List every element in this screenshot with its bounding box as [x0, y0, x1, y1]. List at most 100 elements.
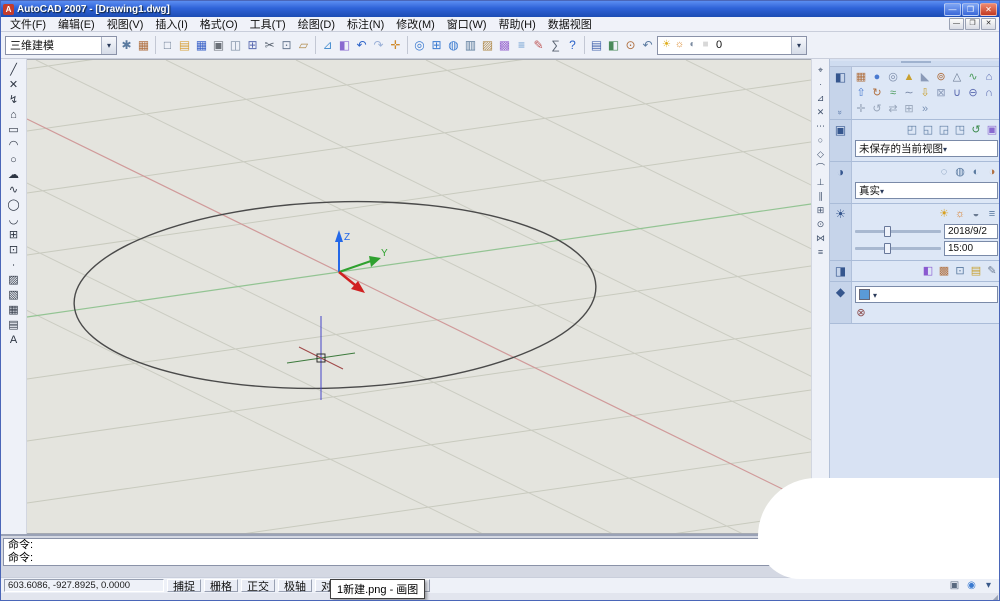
minimize-button[interactable]: — [944, 3, 961, 16]
render-preset-combo[interactable] [855, 286, 998, 303]
intersect-icon[interactable]: ∩ [981, 85, 997, 101]
qnew-icon[interactable]: □ [159, 37, 176, 54]
wireframe-2d-icon[interactable]: ◌ [936, 164, 952, 180]
construction-line-icon[interactable]: ✕ [5, 78, 23, 93]
camera-icon[interactable]: ▣ [984, 122, 1000, 138]
materials-icon[interactable]: ◧ [920, 263, 936, 279]
snap-quadrant-icon[interactable]: ◇ [813, 147, 828, 161]
workspace-settings-icon[interactable]: ✱ [118, 37, 135, 54]
box-icon[interactable]: ▦ [853, 69, 869, 85]
polygon-icon[interactable]: ⌂ [5, 108, 23, 123]
menu-view[interactable]: 视图(V) [101, 16, 150, 32]
zoom-previous-icon[interactable]: ◍ [445, 37, 462, 54]
presspull-icon[interactable]: ⇩ [917, 85, 933, 101]
wireframe-3d-icon[interactable]: ◍ [952, 164, 968, 180]
loft-icon[interactable]: ∼ [901, 85, 917, 101]
menu-tools[interactable]: 工具(T) [244, 16, 292, 32]
cut-icon[interactable]: ✂ [261, 37, 278, 54]
revolve-icon[interactable]: ↻ [869, 85, 885, 101]
view-side-icon[interactable]: ◲ [936, 122, 952, 138]
sun-time-field[interactable]: 15:00 [944, 241, 998, 256]
panel-chevron-icon[interactable]: » [836, 110, 845, 114]
torus-icon[interactable]: ⊚ [933, 69, 949, 85]
revcloud-icon[interactable]: ☁ [5, 168, 23, 183]
snap-extension-icon[interactable]: ⋯ [813, 119, 828, 133]
sphere-icon[interactable]: ● [869, 69, 885, 85]
realistic-style-icon[interactable]: ◑ [984, 164, 1000, 180]
panel-expand-icon[interactable]: » [917, 101, 933, 117]
undo-icon[interactable]: ↶ [353, 37, 370, 54]
open-icon[interactable]: ▤ [176, 37, 193, 54]
rectangle-icon[interactable]: ▭ [5, 123, 23, 138]
light-list-icon[interactable]: ≡ [984, 206, 1000, 222]
layer-combo[interactable]: ☀☼◐■ 0 [657, 36, 807, 55]
make-panel-strip[interactable]: ◧ » [830, 67, 852, 119]
current-view-combo[interactable]: 未保存的当前视图 [855, 140, 998, 157]
point-icon[interactable]: ∙ [5, 258, 23, 273]
view-panel-strip[interactable]: ▣ [830, 120, 852, 161]
orbit-icon[interactable]: ↺ [968, 122, 984, 138]
snap-endpoint-icon[interactable]: ∙ [813, 77, 828, 91]
publish-icon[interactable]: ⊞ [244, 37, 261, 54]
3d-array-icon[interactable]: ⊞ [901, 101, 917, 117]
block-editor-icon[interactable]: ◧ [336, 37, 353, 54]
sun-date-field[interactable]: 2018/9/2 [944, 224, 998, 239]
pan-icon[interactable]: ✛ [387, 37, 404, 54]
menu-draw[interactable]: 绘图(D) [292, 16, 341, 32]
coordinate-display[interactable]: 603.6086, -927.8925, 0.0000 [4, 579, 164, 592]
cone-icon[interactable]: ▲ [901, 69, 917, 85]
paste-icon[interactable]: ▱ [295, 37, 312, 54]
view-top-icon[interactable]: ◰ [904, 122, 920, 138]
spline-icon[interactable]: ∿ [5, 183, 23, 198]
view-front-icon[interactable]: ◱ [920, 122, 936, 138]
save-icon[interactable]: ▦ [193, 37, 210, 54]
combo-arrow-icon[interactable] [943, 143, 947, 155]
slider-thumb[interactable] [884, 226, 891, 237]
make-block-icon[interactable]: ⊡ [5, 243, 23, 258]
union-icon[interactable]: ∪ [949, 85, 965, 101]
properties-icon[interactable]: ▥ [462, 37, 479, 54]
tray-expand-icon[interactable]: ▾ [981, 579, 996, 593]
sheet-set-manager-icon[interactable]: ≡ [513, 37, 530, 54]
mtext-icon[interactable]: A [5, 333, 23, 348]
redo-icon[interactable]: ↷ [370, 37, 387, 54]
toggle-snap[interactable]: 捕捉 [167, 579, 201, 592]
wedge-icon[interactable]: ◣ [917, 69, 933, 85]
3d-move-icon[interactable]: ✛ [853, 101, 869, 117]
cylinder-icon[interactable]: ◎ [885, 69, 901, 85]
close-button[interactable]: ✕ [980, 3, 997, 16]
polysolid-icon[interactable]: ⌂ [981, 69, 997, 85]
view-iso-icon[interactable]: ◳ [952, 122, 968, 138]
visual-style-combo[interactable]: 真实 [855, 182, 998, 199]
shadow-icon[interactable]: ◒ [968, 206, 984, 222]
arc-icon[interactable]: ◠ [5, 138, 23, 153]
sun-date-slider[interactable] [855, 230, 941, 233]
material-edit-icon[interactable]: ✎ [984, 263, 1000, 279]
ellipse-icon[interactable]: ◯ [5, 198, 23, 213]
subtract-icon[interactable]: ⊖ [965, 85, 981, 101]
menu-dimension[interactable]: 标注(N) [341, 16, 390, 32]
menu-dataview[interactable]: 数据视图 [542, 16, 598, 32]
table-icon[interactable]: ▤ [5, 318, 23, 333]
layer-previous-icon[interactable]: ↶ [639, 37, 656, 54]
doc-restore-button[interactable]: ❐ [965, 18, 980, 30]
layer-states-icon[interactable]: ◧ [605, 37, 622, 54]
doc-minimize-button[interactable]: — [949, 18, 964, 30]
snap-insert-icon[interactable]: ⊞ [813, 203, 828, 217]
drawing-viewport[interactable]: Z Y [27, 59, 811, 534]
plot-preview-icon[interactable]: ◫ [227, 37, 244, 54]
snap-settings-icon[interactable]: ≡ [813, 245, 828, 259]
ellipse-arc-icon[interactable]: ◡ [5, 213, 23, 228]
menu-help[interactable]: 帮助(H) [493, 16, 542, 32]
3d-align-icon[interactable]: ⇄ [885, 101, 901, 117]
maximize-button[interactable]: ❐ [962, 3, 979, 16]
slice-icon[interactable]: ⊠ [933, 85, 949, 101]
viewport-canvas[interactable]: Z Y [27, 60, 811, 534]
combo-arrow-icon[interactable] [101, 37, 116, 54]
sweep-icon[interactable]: ≈ [885, 85, 901, 101]
material-attach-icon[interactable]: ⊡ [952, 263, 968, 279]
menu-file[interactable]: 文件(F) [4, 16, 52, 32]
my-workspace-icon[interactable]: ▦ [135, 37, 152, 54]
combo-arrow-icon[interactable] [791, 37, 806, 54]
render-region-icon[interactable]: ⊗ [853, 305, 869, 321]
